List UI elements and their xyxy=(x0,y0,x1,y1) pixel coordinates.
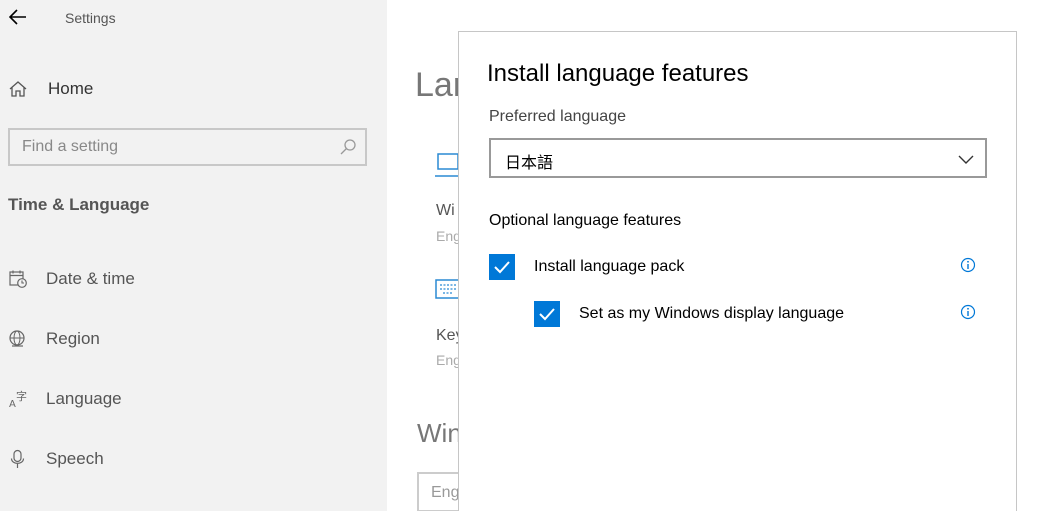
optional-features-heading: Optional language features xyxy=(489,212,682,229)
sidebar-item-label: Region xyxy=(46,329,100,348)
windows-display-language-title[interactable]: Wi xyxy=(436,202,455,220)
sidebar: Settings Home Time & Language Date & tim… xyxy=(0,0,387,511)
language-icon: A 字 xyxy=(9,389,27,409)
sidebar-item-region[interactable]: Region xyxy=(8,325,100,353)
back-arrow-icon xyxy=(9,9,26,25)
install-language-pack-checkbox[interactable] xyxy=(489,254,515,280)
search-icon[interactable] xyxy=(339,138,357,156)
checkmark-icon xyxy=(539,308,555,321)
install-language-pack-label: Install language pack xyxy=(534,258,685,275)
sidebar-item-date-time[interactable]: Date & time xyxy=(8,265,135,293)
set-display-language-option[interactable]: Set as my Windows display language xyxy=(534,300,844,328)
home-icon xyxy=(9,81,27,97)
search-box xyxy=(8,128,367,166)
checkmark-icon xyxy=(494,261,510,274)
dialog-title: Install language features xyxy=(487,60,749,87)
preferred-language-dropdown[interactable]: 日本語 xyxy=(489,138,987,178)
title-bar: Settings xyxy=(0,0,387,36)
sidebar-item-home[interactable]: Home xyxy=(8,76,93,102)
calendar-clock-icon xyxy=(9,270,27,288)
globe-icon xyxy=(9,330,25,347)
info-icon[interactable] xyxy=(960,257,976,273)
sidebar-item-label: Language xyxy=(46,389,122,408)
install-language-pack-option[interactable]: Install language pack xyxy=(489,253,684,281)
search-input[interactable] xyxy=(10,130,330,164)
back-button[interactable] xyxy=(7,6,29,28)
install-language-features-dialog: Install language features Preferred lang… xyxy=(458,31,1017,511)
preferred-language-value: 日本語 xyxy=(505,153,554,172)
sidebar-item-language[interactable]: A 字 Language xyxy=(8,385,122,413)
set-display-language-label: Set as my Windows display language xyxy=(579,305,845,322)
window-title: Settings xyxy=(65,10,116,26)
sidebar-item-speech[interactable]: Speech xyxy=(8,445,104,473)
preferred-language-label: Preferred language xyxy=(489,108,626,125)
microphone-icon xyxy=(10,449,25,468)
section-title: Time & Language xyxy=(8,195,150,214)
set-display-language-checkbox[interactable] xyxy=(534,301,560,327)
sidebar-item-label: Date & time xyxy=(46,269,135,288)
windows-display-heading: Win xyxy=(417,418,462,448)
sidebar-item-label: Speech xyxy=(46,449,104,468)
sidebar-item-label: Home xyxy=(48,79,94,98)
svg-text:字: 字 xyxy=(16,389,27,403)
info-icon[interactable] xyxy=(960,304,976,320)
svg-text:A: A xyxy=(9,399,16,409)
chevron-down-icon xyxy=(958,155,974,164)
